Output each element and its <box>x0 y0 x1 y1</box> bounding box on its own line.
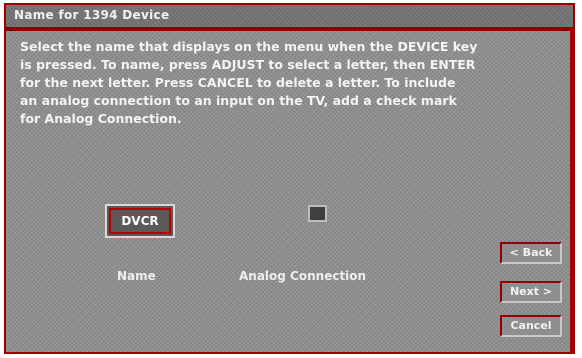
cancel-button[interactable]: Cancel <box>500 315 562 337</box>
back-button[interactable]: < Back <box>500 242 562 264</box>
analog-connection-checkbox[interactable] <box>308 205 327 222</box>
instructions-line: for Analog Connection. <box>20 111 182 126</box>
instructions-line: Select the name that displays on the men… <box>20 39 478 54</box>
analog-connection-label: Analog Connection <box>239 269 367 283</box>
name-label: Name <box>117 269 156 283</box>
next-button[interactable]: Next > <box>500 281 562 303</box>
instructions-line: is pressed. To name, press ADJUST to sel… <box>20 57 476 72</box>
dialog-right-border <box>570 27 573 352</box>
instructions-line: for the next letter. Press CANCEL to del… <box>20 75 456 90</box>
device-name-field[interactable]: DVCR <box>105 204 175 238</box>
name-device-dialog: Name for 1394 Device Select the name tha… <box>4 3 575 354</box>
instructions-line: an analog connection to an input on the … <box>20 93 457 108</box>
instructions-text: Select the name that displays on the men… <box>20 38 520 128</box>
dialog-title: Name for 1394 Device <box>14 8 170 22</box>
dialog-titlebar: Name for 1394 Device <box>6 5 573 31</box>
